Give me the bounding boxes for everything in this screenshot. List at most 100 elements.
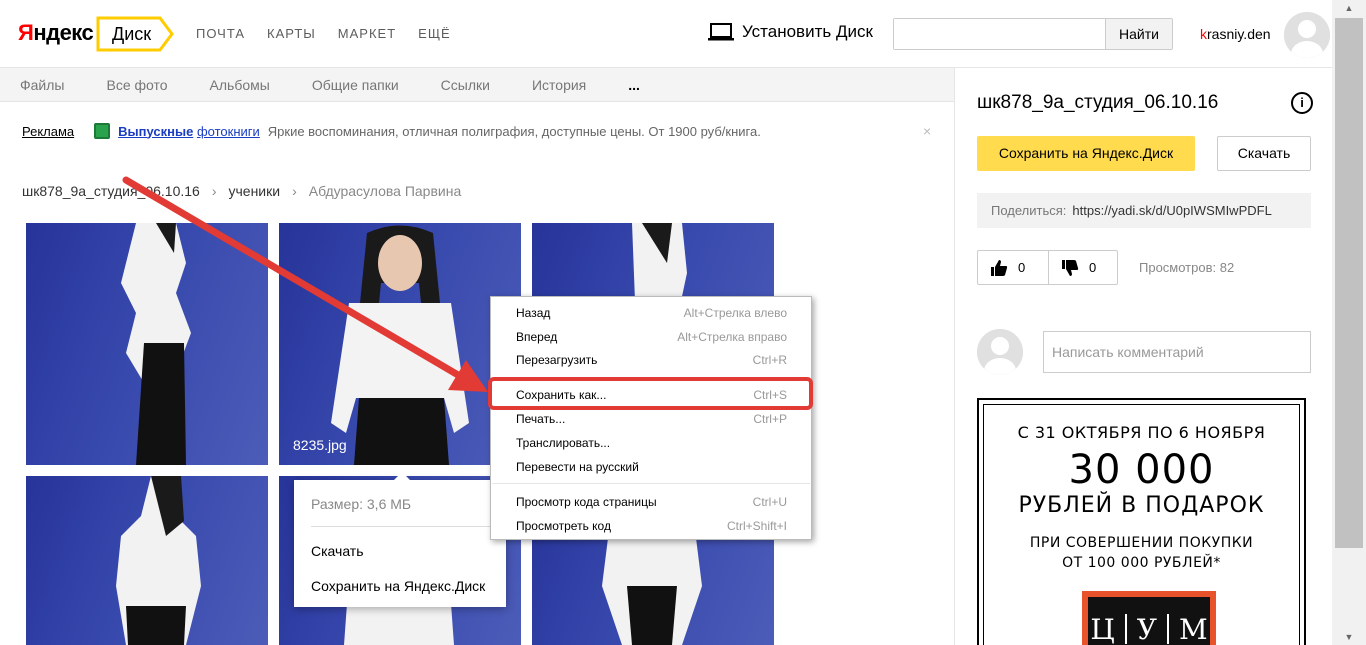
photo-person-image — [331, 225, 469, 465]
breadcrumb-separator-icon: › — [292, 183, 297, 199]
browser-context-menu: Назад Alt+Стрелка влево Вперед Alt+Стрел… — [490, 296, 812, 540]
banner-amount: 30 000 — [1068, 447, 1215, 493]
scroll-up-arrow-icon[interactable]: ▲ — [1332, 0, 1366, 16]
dislike-count: 0 — [1089, 260, 1097, 275]
avatar-silhouette-icon — [977, 329, 1023, 375]
ctx-item-forward[interactable]: Вперед Alt+Стрелка вправо — [491, 326, 811, 348]
scrollbar-thumb[interactable] — [1335, 18, 1363, 548]
ctx-item-back[interactable]: Назад Alt+Стрелка влево — [491, 302, 811, 324]
disk-service-badge[interactable]: Диск — [96, 16, 174, 52]
ctx-item-shortcut: Alt+Стрелка вправо — [677, 330, 787, 344]
photo-thumbnail[interactable] — [26, 476, 268, 645]
ctx-item-label: Просмотр кода страницы — [516, 495, 657, 509]
thumbs-up-icon — [991, 259, 1008, 276]
ad-label[interactable]: Реклама — [22, 124, 74, 139]
ctx-separator — [492, 483, 810, 484]
install-disk-link[interactable]: Установить Диск — [708, 22, 873, 42]
share-link-box[interactable]: Поделиться: https://yadi.sk/d/U0pIWSMIwPD… — [977, 193, 1311, 228]
popup-save-to-disk-action[interactable]: Сохранить на Яндекс.Диск — [311, 578, 485, 594]
subnav-more[interactable]: ... — [628, 77, 640, 93]
avatar-silhouette-icon — [1284, 12, 1330, 58]
tsum-logo-letter: У — [1136, 612, 1157, 645]
tsum-logo-letter: Ц — [1090, 612, 1115, 645]
subnav-links[interactable]: Ссылки — [441, 77, 490, 93]
ctx-item-shortcut: Alt+Стрелка влево — [683, 306, 787, 320]
banner-condition: ПРИ СОВЕРШЕНИИ ПОКУПКИ — [1029, 535, 1254, 551]
file-actions-popup: Размер: 3,6 МБ Скачать Сохранить на Янде… — [294, 472, 506, 607]
subnav-all-photos[interactable]: Все фото — [106, 77, 167, 93]
subnav-history[interactable]: История — [532, 77, 586, 93]
tsum-ad-banner[interactable]: С 31 ОКТЯБРЯ ПО 6 НОЯБРЯ 30 000 РУБЛЕЙ В… — [977, 398, 1306, 645]
ctx-item-label: Просмотреть код — [516, 519, 611, 533]
ctx-item-view-source[interactable]: Просмотр кода страницы Ctrl+U — [491, 491, 811, 513]
info-icon[interactable]: i — [1291, 92, 1313, 114]
disk-subnav: Файлы Все фото Альбомы Общие папки Ссылк… — [0, 68, 954, 102]
folder-title: шк878_9а_студия_06.10.16 — [977, 92, 1219, 113]
file-size: Размер: 3,6 МБ — [311, 496, 412, 512]
like-dislike-group: 0 0 — [977, 250, 1118, 285]
commenter-avatar — [977, 329, 1023, 375]
share-url[interactable]: https://yadi.sk/d/U0pIWSMIwPDFL — [1072, 203, 1271, 218]
ad-link-normal[interactable]: фотокниги — [197, 124, 260, 139]
scroll-down-arrow-icon[interactable]: ▼ — [1332, 629, 1366, 645]
photo-person-image — [116, 476, 201, 645]
photobook-icon — [94, 123, 111, 139]
yandex-logo[interactable]: Яндекс — [18, 20, 94, 46]
subnav-shared-folders[interactable]: Общие папки — [312, 77, 399, 93]
ad-close-icon[interactable]: × — [923, 123, 931, 139]
search-input[interactable] — [894, 19, 1105, 49]
subnav-albums[interactable]: Альбомы — [210, 77, 270, 93]
breadcrumb-current: Абдурасулова Парвина — [308, 183, 462, 199]
ctx-item-label: Транслировать... — [516, 436, 611, 450]
comment-input[interactable] — [1043, 331, 1311, 373]
ad-text: Яркие воспоминания, отличная полиграфия,… — [267, 123, 761, 139]
nav-maps[interactable]: КАРТЫ — [267, 26, 316, 41]
ad-link[interactable]: Выпускные фотокниги — [118, 124, 260, 139]
username[interactable]: krasniy.den — [1200, 26, 1271, 42]
download-button[interactable]: Скачать — [1217, 136, 1311, 171]
popup-divider — [311, 526, 491, 527]
thumbs-down-icon — [1062, 259, 1079, 276]
popup-download-action[interactable]: Скачать — [311, 543, 364, 559]
ad-link-bold[interactable]: Выпускные — [118, 124, 193, 139]
ctx-item-shortcut: Ctrl+P — [753, 412, 787, 426]
nav-mail[interactable]: ПОЧТА — [196, 26, 245, 41]
ctx-item-inspect[interactable]: Просмотреть код Ctrl+Shift+I — [491, 515, 811, 537]
photo-thumbnail-selected[interactable]: 8235.jpg — [279, 223, 521, 465]
nav-more[interactable]: ЕЩЁ — [418, 26, 451, 41]
views-count: Просмотров: 82 — [1139, 260, 1235, 275]
popup-notch — [394, 472, 410, 480]
header: Яндекс Диск ПОЧТА КАРТЫ МАРКЕТ ЕЩЁ Устан… — [0, 0, 1366, 68]
ctx-item-print[interactable]: Печать... Ctrl+P — [491, 408, 811, 430]
ctx-item-translate[interactable]: Перевести на русский — [491, 456, 811, 478]
ctx-item-shortcut: Ctrl+R — [752, 353, 787, 367]
ad-line: Реклама Выпускные фотокниги Яркие воспом… — [22, 123, 761, 139]
ctx-item-label: Назад — [516, 306, 551, 320]
ctx-item-reload[interactable]: Перезагрузить Ctrl+R — [491, 349, 811, 371]
photo-filename: 8235.jpg — [293, 437, 347, 453]
ctx-item-cast[interactable]: Транслировать... — [491, 432, 811, 454]
photo-person-image — [121, 223, 191, 465]
banner-condition-amount: ОТ 100 000 РУБЛЕЙ* — [1062, 555, 1221, 571]
save-as-highlight-frame — [488, 377, 813, 410]
nav-market[interactable]: МАРКЕТ — [338, 26, 396, 41]
banner-inner-frame: С 31 ОКТЯБРЯ ПО 6 НОЯБРЯ 30 000 РУБЛЕЙ В… — [983, 404, 1300, 645]
breadcrumb-item-students[interactable]: ученики — [229, 183, 281, 199]
page-scrollbar[interactable]: ▲ ▼ — [1332, 0, 1366, 645]
user-avatar[interactable] — [1284, 12, 1330, 58]
search-button[interactable]: Найти — [1105, 19, 1172, 49]
like-button[interactable]: 0 — [978, 251, 1048, 284]
share-label: Поделиться: — [991, 203, 1067, 218]
public-folder-sidebar: шк878_9а_студия_06.10.16 i Сохранить на … — [954, 68, 1332, 645]
like-count: 0 — [1018, 260, 1026, 275]
username-rest: rasniy.den — [1207, 26, 1271, 42]
dislike-button[interactable]: 0 — [1048, 251, 1118, 284]
subnav-files[interactable]: Файлы — [20, 77, 64, 93]
ctx-item-label: Вперед — [516, 330, 558, 344]
logo-rest: ндекс — [33, 20, 94, 45]
ctx-item-shortcut: Ctrl+Shift+I — [726, 519, 787, 533]
breadcrumb-item-root[interactable]: шк878_9а_студия_06.10.16 — [22, 183, 200, 199]
install-disk-label: Установить Диск — [742, 22, 873, 41]
photo-thumbnail[interactable] — [26, 223, 268, 465]
save-to-disk-button[interactable]: Сохранить на Яндекс.Диск — [977, 136, 1195, 171]
